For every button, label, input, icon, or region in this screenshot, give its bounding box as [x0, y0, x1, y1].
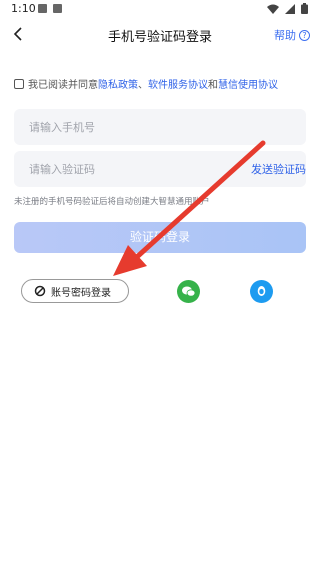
service-agreement-link[interactable]: 软件服务协议: [148, 76, 208, 91]
page-title: 手机号验证码登录: [107, 30, 212, 45]
password-login-label: 账号密码登录: [51, 287, 111, 299]
code-login-button[interactable]: 验证码登录: [14, 222, 306, 253]
qq-login-button[interactable]: [250, 280, 273, 303]
privacy-policy-link[interactable]: 隐私政策: [98, 76, 138, 91]
usage-agreement-link[interactable]: 慧信使用协议: [218, 76, 278, 91]
password-login-icon: [34, 285, 46, 297]
agreement-prefix: 我已阅读并同意: [28, 80, 98, 91]
agreement-row: 我已阅读并同意 隐私政策 、 软件服务协议 和 慧信使用协议: [14, 76, 278, 91]
help-icon: ?: [299, 29, 310, 41]
wechat-icon: [182, 286, 196, 297]
code-field-container: 发送验证码: [14, 151, 306, 187]
wechat-login-button[interactable]: [177, 280, 200, 303]
agreement-checkbox[interactable]: [14, 78, 24, 89]
help-button[interactable]: 帮助 ?: [274, 27, 310, 43]
status-bar: 1:10: [0, 0, 320, 18]
battery-icon: [301, 3, 308, 14]
agreement-and: 和: [208, 80, 218, 91]
help-label: 帮助: [274, 29, 296, 42]
status-time: 1:10: [11, 2, 36, 15]
phone-input[interactable]: [14, 109, 214, 145]
signal-icon: [285, 3, 295, 14]
registration-hint: 未注册的手机号码验证后将自动创建大智慧通用账户: [14, 197, 210, 207]
qq-icon: [257, 286, 266, 296]
phone-field-container: [14, 109, 306, 145]
app-notification-icon: [53, 4, 62, 13]
nav-bar: 手机号验证码登录 帮助 ?: [0, 22, 320, 46]
system-icons: [267, 3, 308, 14]
notification-icons: [38, 4, 62, 13]
agreement-separator: 、: [138, 80, 148, 91]
wifi-icon: [267, 4, 279, 14]
gallery-notification-icon: [38, 4, 47, 13]
send-code-button[interactable]: 发送验证码: [251, 161, 306, 177]
code-input[interactable]: [14, 151, 214, 187]
password-login-button[interactable]: 账号密码登录: [21, 279, 129, 303]
